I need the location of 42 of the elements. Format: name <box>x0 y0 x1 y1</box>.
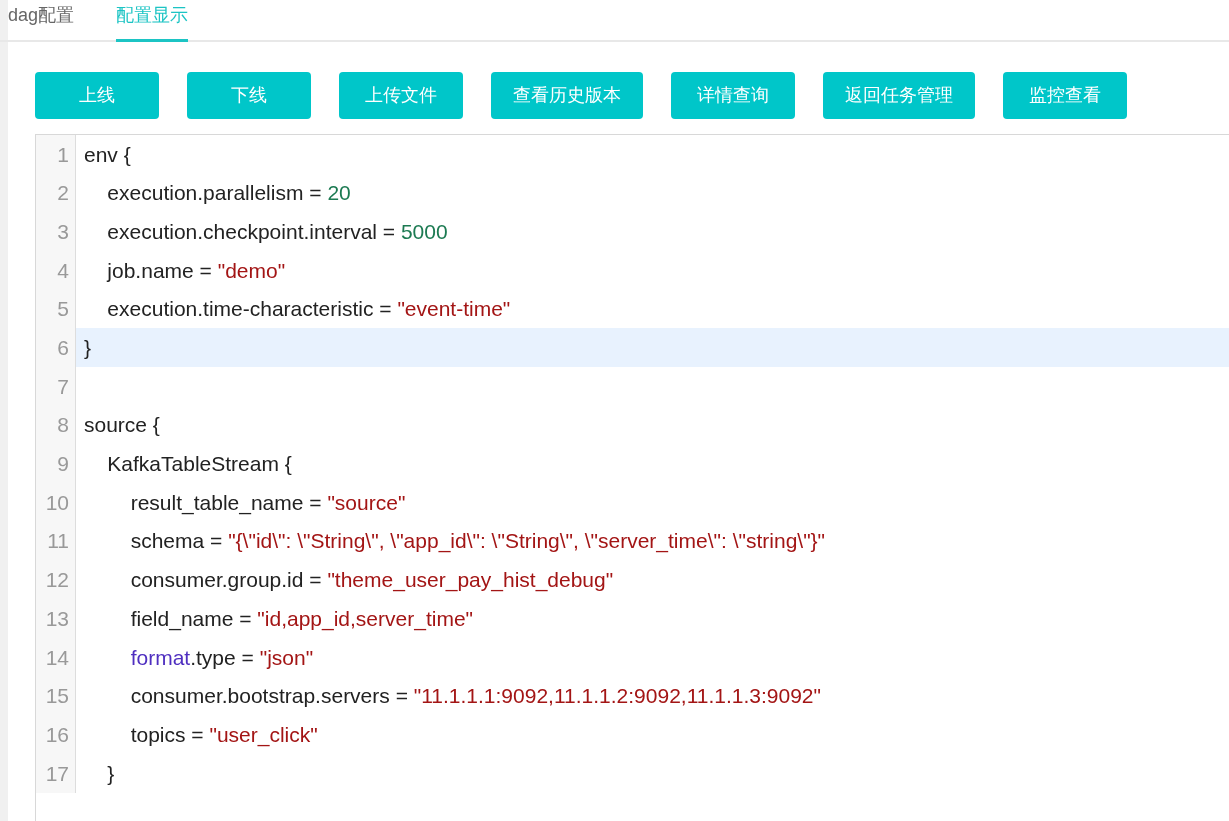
code-line: schema = "{\"id\": \"String\", \"app_id\": \"String\", \"server_time\": \"string\"}" <box>129 528 827 555</box>
line-number: 2 <box>36 173 76 213</box>
action-button[interactable]: 上线 <box>35 72 159 119</box>
action-button[interactable]: 监控查看 <box>1003 72 1127 119</box>
code-line: execution.parallelism = 20 <box>106 180 352 207</box>
line-number: 6 <box>36 328 76 368</box>
code-line: } <box>106 760 116 787</box>
action-button[interactable]: 详情查询 <box>671 72 795 119</box>
action-button[interactable]: 返回任务管理 <box>823 72 975 119</box>
tab[interactable]: 配置显示 <box>116 0 189 42</box>
code-line: consumer.group.id = "theme_user_pay_hist_debug" <box>129 567 615 594</box>
line-number: 14 <box>36 637 76 677</box>
line-number: 15 <box>36 676 76 716</box>
line-number: 12 <box>36 560 76 600</box>
tab[interactable]: dag配置 <box>8 0 75 42</box>
line-number: 1 <box>36 135 76 174</box>
action-button[interactable]: 上传文件 <box>339 72 463 119</box>
code-line: consumer.bootstrap.servers = "11.1.1.1:9092,11.1.1.2:9092,11.1.1.3:9092" <box>129 683 822 710</box>
line-number: 3 <box>36 212 76 252</box>
code-line: env { <box>83 141 132 168</box>
line-number: 17 <box>36 754 76 793</box>
code-line: execution.time-characteristic = "event-time" <box>106 296 512 323</box>
code-line: execution.checkpoint.interval = 5000 <box>106 218 449 245</box>
code-editor[interactable] <box>35 134 1229 821</box>
line-number: 5 <box>36 289 76 329</box>
code-line: source { <box>83 412 161 439</box>
line-number: 10 <box>36 483 76 522</box>
line-number: 4 <box>36 251 76 290</box>
action-button[interactable]: 查看历史版本 <box>491 72 643 119</box>
code-line: KafkaTableStream { <box>106 451 293 478</box>
code-line: result_table_name = "source" <box>129 489 407 517</box>
code-line: job.name = "demo" <box>105 257 287 284</box>
line-number: 11 <box>36 521 76 561</box>
line-number: 16 <box>36 715 76 754</box>
code-line: field_name = "id,app_id,server_time" <box>129 605 475 633</box>
action-button[interactable]: 下线 <box>187 72 311 119</box>
line-number: 7 <box>36 367 76 406</box>
line-number: 9 <box>36 444 76 484</box>
line-number: 13 <box>36 599 76 638</box>
code-line: format.type = "json" <box>129 644 315 671</box>
line-number: 8 <box>36 405 76 445</box>
code-line: topics = "user_click" <box>129 721 319 749</box>
